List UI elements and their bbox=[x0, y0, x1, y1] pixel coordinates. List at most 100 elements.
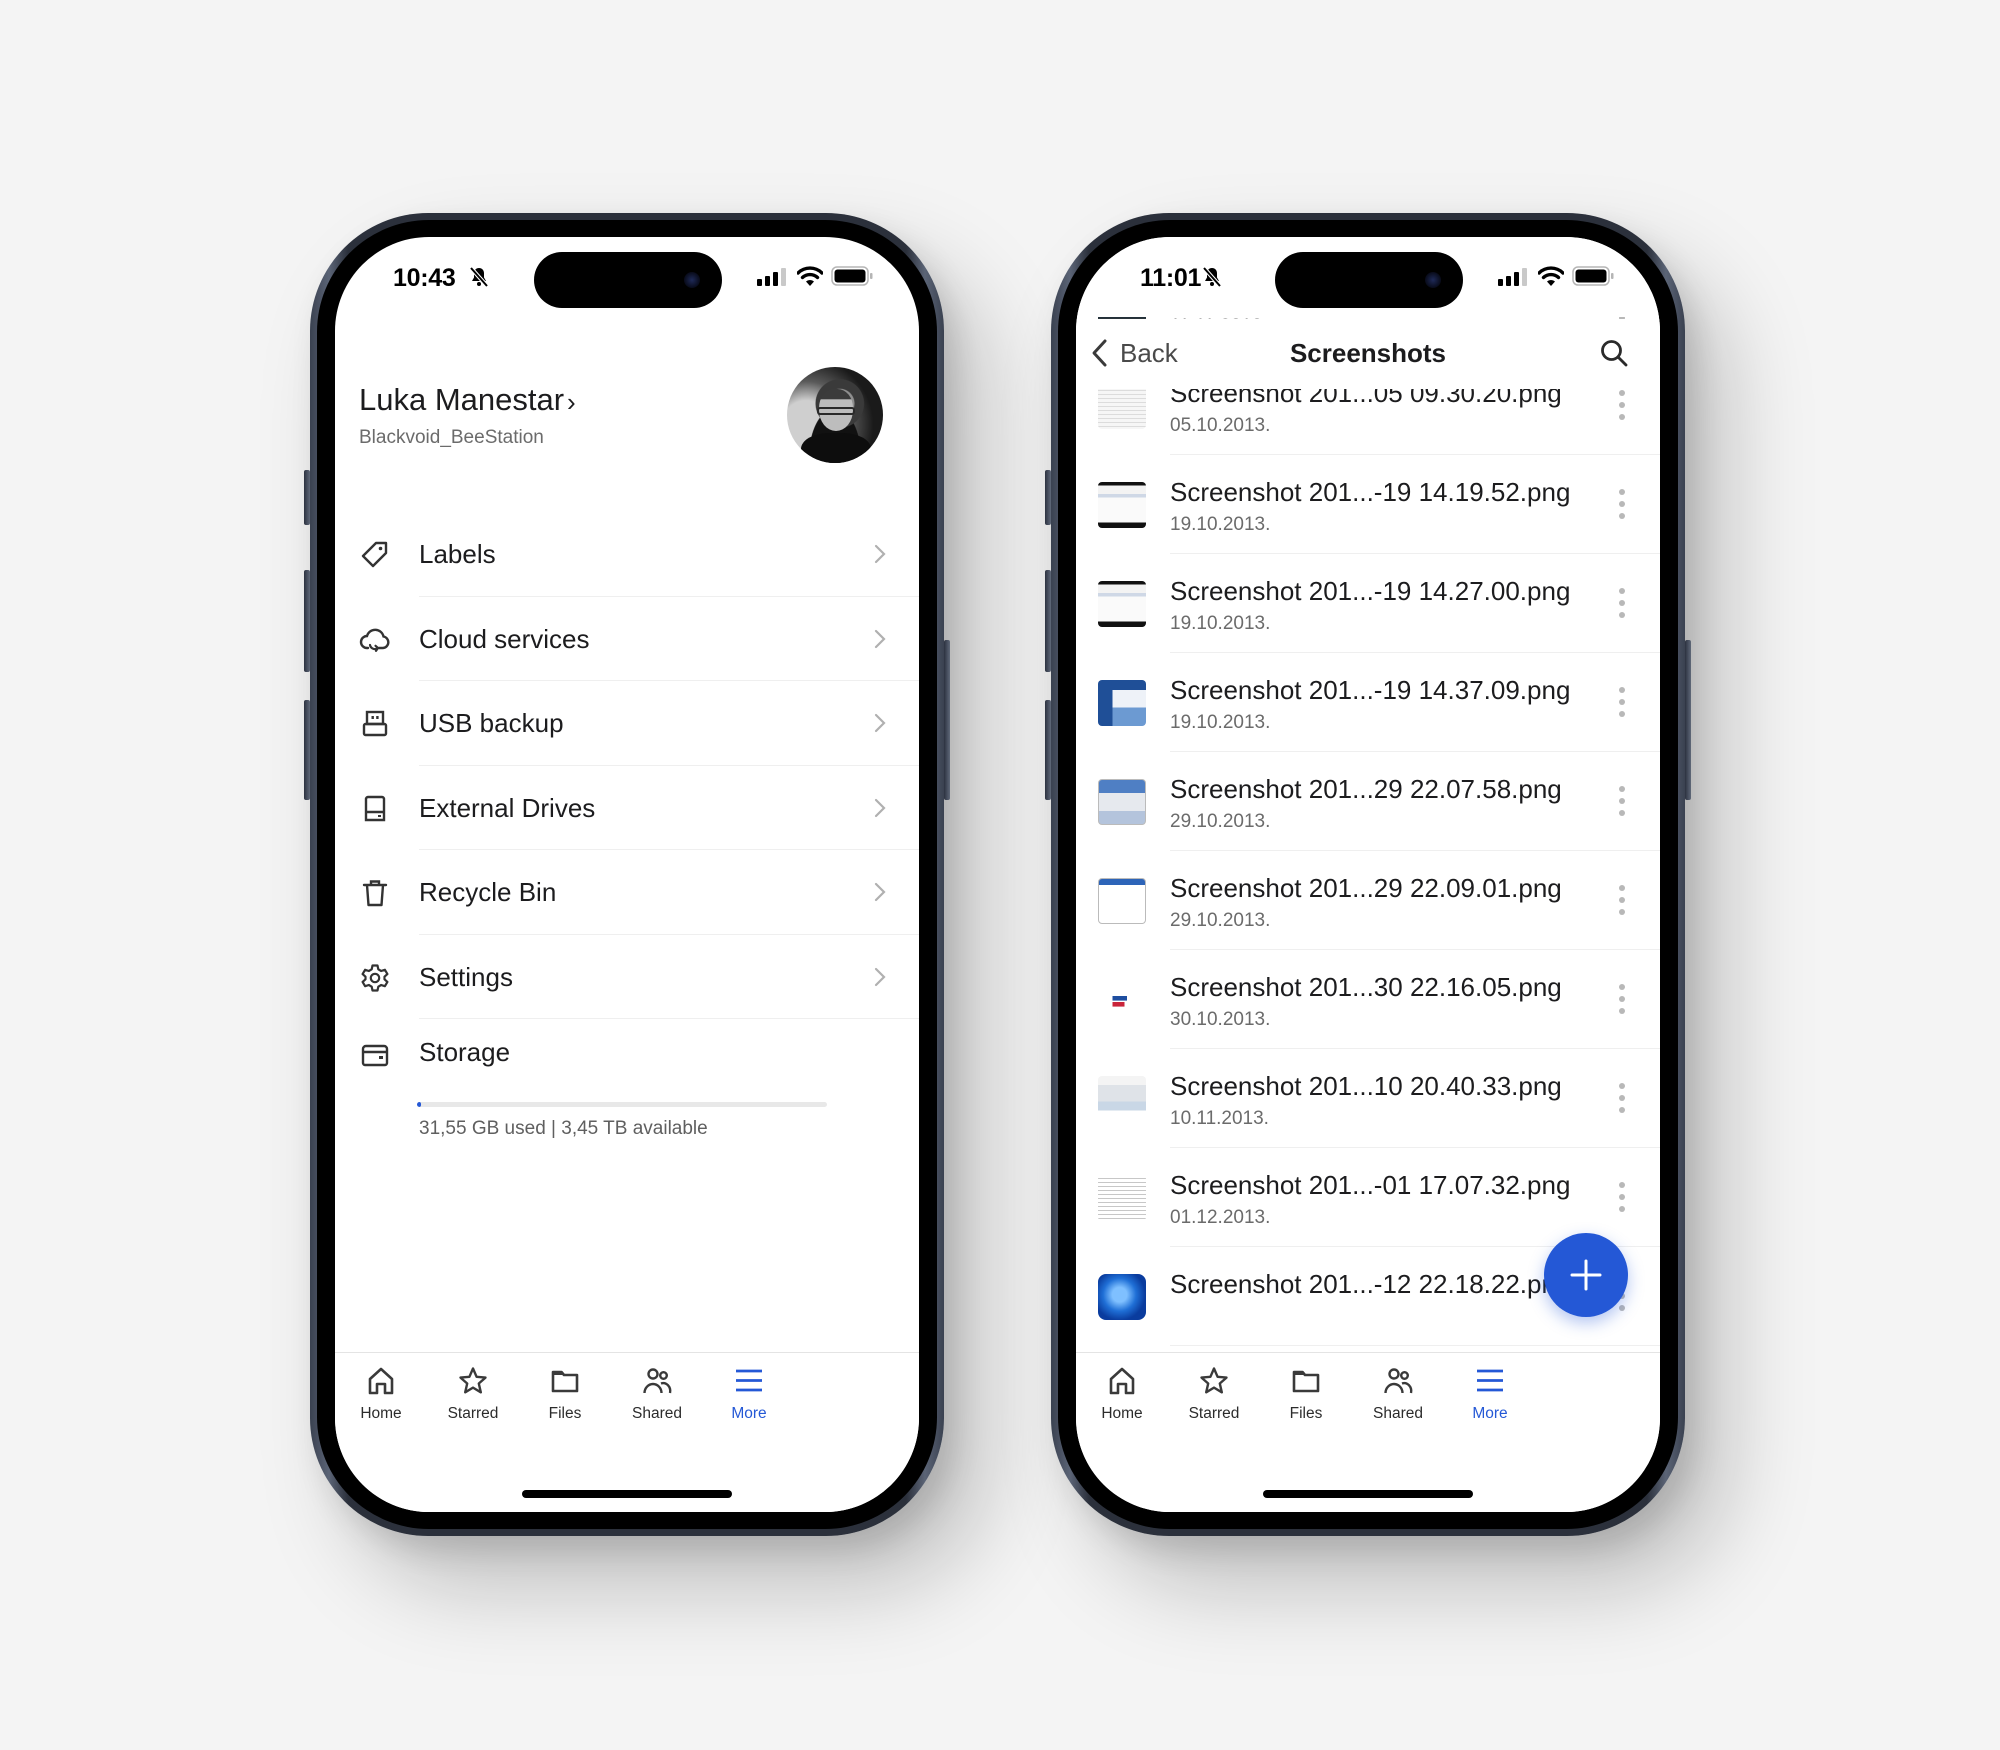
file-row[interactable]: Screenshot 201...29 22.07.58.png 29.10.2… bbox=[1076, 752, 1660, 851]
file-row[interactable]: Screenshot 201...10 20.40.33.png 10.11.2… bbox=[1076, 1049, 1660, 1148]
chevron-right-icon: › bbox=[567, 387, 576, 417]
file-row[interactable]: Screenshot 201...-19 14.37.09.png 19.10.… bbox=[1076, 653, 1660, 752]
device-name: Blackvoid_BeeStation bbox=[359, 427, 544, 448]
tab-files[interactable]: Files bbox=[1256, 1365, 1356, 1437]
divider bbox=[1170, 1345, 1660, 1346]
storage-section: Storage 31,55 GB used | 3,45 TB availabl… bbox=[335, 1019, 919, 1139]
menu-item-labels[interactable]: Labels bbox=[335, 512, 919, 597]
menu-item-label: Recycle Bin bbox=[419, 877, 557, 907]
more-options-icon[interactable] bbox=[1617, 1083, 1627, 1117]
profile-name[interactable]: Luka Manestar bbox=[359, 382, 564, 418]
tab-more[interactable]: More bbox=[699, 1365, 799, 1437]
file-thumbnail bbox=[1098, 977, 1146, 1023]
dynamic-island bbox=[534, 252, 722, 308]
tab-starred[interactable]: Starred bbox=[1164, 1365, 1264, 1437]
menu-item-external-drives[interactable]: External Drives bbox=[335, 766, 919, 850]
usb-icon bbox=[362, 710, 388, 737]
power-button bbox=[1685, 640, 1691, 800]
more-menu: Labels Cloud services USB backup Externa… bbox=[335, 512, 919, 1019]
home-icon bbox=[1109, 1367, 1135, 1395]
tab-label: Files bbox=[548, 1405, 582, 1422]
cellular-signal-icon bbox=[1498, 268, 1527, 286]
tab-home[interactable]: Home bbox=[335, 1365, 431, 1437]
more-options-icon[interactable] bbox=[1617, 885, 1627, 919]
more-options-icon[interactable] bbox=[1617, 687, 1627, 721]
more-options-icon[interactable] bbox=[1617, 984, 1627, 1018]
tab-files[interactable]: Files bbox=[515, 1365, 615, 1437]
tab-bar: Home Starred Files Shared More bbox=[335, 1352, 919, 1512]
nav-bar: Back Screenshots bbox=[1076, 319, 1660, 389]
profile-header[interactable]: Luka Manestar › Blackvoid_BeeStation bbox=[335, 337, 919, 477]
file-name: Screenshot 201...-19 14.27.00.png bbox=[1170, 576, 1571, 606]
file-row[interactable]: Screenshot 201...30 22.16.05.png 30.10.2… bbox=[1076, 950, 1660, 1049]
more-options-icon[interactable] bbox=[1617, 588, 1627, 622]
action-button bbox=[304, 470, 310, 525]
menu-item-settings[interactable]: Settings bbox=[335, 935, 919, 1019]
tab-label: Starred bbox=[447, 1405, 499, 1422]
volume-up-button bbox=[304, 570, 310, 672]
folder-icon bbox=[551, 1370, 579, 1393]
more-options-icon[interactable] bbox=[1617, 1182, 1627, 1216]
battery-icon bbox=[831, 266, 873, 286]
file-name: Screenshot 201...-01 17.07.32.png bbox=[1170, 1170, 1571, 1200]
star-icon bbox=[1200, 1367, 1228, 1394]
tab-label: Home bbox=[1101, 1405, 1143, 1422]
file-date: 19.10.2013. bbox=[1170, 712, 1271, 733]
tab-label: Starred bbox=[1188, 1405, 1240, 1422]
tab-shared[interactable]: Shared bbox=[607, 1365, 707, 1437]
star-icon bbox=[459, 1367, 487, 1394]
cellular-signal-icon bbox=[757, 268, 786, 286]
tab-label: More bbox=[731, 1405, 767, 1422]
battery-icon bbox=[1572, 266, 1614, 286]
file-name: Screenshot 201...-19 14.37.09.png bbox=[1170, 675, 1571, 705]
phone-left: 10:43 Luka Manestar › Blackvoid_BeeStati… bbox=[304, 213, 950, 1536]
menu-item-usb-backup[interactable]: USB backup bbox=[335, 681, 919, 766]
file-name: Screenshot 201...29 22.07.58.png bbox=[1170, 774, 1562, 804]
page-title: Screenshots bbox=[1289, 338, 1447, 368]
menu-item-recycle-bin[interactable]: Recycle Bin bbox=[335, 850, 919, 935]
file-row[interactable]: Screenshot 201...29 22.09.01.png 29.10.2… bbox=[1076, 851, 1660, 950]
volume-down-button bbox=[304, 700, 310, 800]
file-row[interactable]: Screenshot 201...-01 17.07.32.png 01.12.… bbox=[1076, 1148, 1660, 1247]
avatar[interactable] bbox=[787, 367, 883, 463]
file-row[interactable]: Screenshot 201...-19 14.27.00.png 19.10.… bbox=[1076, 554, 1660, 653]
chevron-right-icon bbox=[874, 967, 886, 986]
file-row[interactable]: Screenshot 201...-19 14.19.52.png 19.10.… bbox=[1076, 455, 1660, 554]
tab-shared[interactable]: Shared bbox=[1348, 1365, 1448, 1437]
tab-more[interactable]: More bbox=[1440, 1365, 1540, 1437]
status-time: 11:01 bbox=[1140, 264, 1202, 292]
tab-label: Files bbox=[1289, 1405, 1323, 1422]
home-indicator bbox=[1263, 1490, 1473, 1498]
menu-item-label: Settings bbox=[419, 961, 513, 992]
status-bar: 11:01 bbox=[1076, 237, 1660, 317]
folder-icon bbox=[1292, 1370, 1320, 1393]
gear-icon bbox=[361, 963, 389, 992]
file-date: 10.11.2013. bbox=[1170, 1108, 1269, 1129]
file-thumbnail bbox=[1098, 1274, 1146, 1320]
menu-item-label: USB backup bbox=[419, 708, 564, 738]
tab-starred[interactable]: Starred bbox=[423, 1365, 523, 1437]
file-name: Screenshot 201...30 22.16.05.png bbox=[1170, 972, 1562, 1002]
tab-label: Home bbox=[360, 1405, 402, 1422]
volume-up-button bbox=[1045, 570, 1051, 672]
wifi-icon bbox=[797, 266, 823, 286]
add-fab-button[interactable] bbox=[1544, 1233, 1628, 1317]
plus-icon bbox=[1570, 1259, 1602, 1291]
menu-icon bbox=[736, 1369, 762, 1392]
bell-slash-icon bbox=[469, 266, 489, 288]
menu-item-cloud-services[interactable]: Cloud services bbox=[335, 597, 919, 681]
more-options-icon[interactable] bbox=[1617, 390, 1627, 424]
more-options-icon[interactable] bbox=[1617, 489, 1627, 523]
chevron-right-icon bbox=[874, 544, 886, 564]
menu-item-label: External Drives bbox=[419, 792, 596, 823]
storage-summary: 31,55 GB used | 3,45 TB available bbox=[419, 1118, 708, 1139]
screen-screenshots: 11:01 Back Screenshots Screenshot 201...… bbox=[1076, 237, 1660, 1512]
file-name: Screenshot 201...29 22.09.01.png bbox=[1170, 873, 1562, 903]
more-options-icon[interactable] bbox=[1617, 786, 1627, 820]
tab-label: Shared bbox=[632, 1405, 682, 1422]
bell-slash-icon bbox=[1202, 266, 1222, 288]
tab-home[interactable]: Home bbox=[1076, 1365, 1172, 1437]
screen-more: 10:43 Luka Manestar › Blackvoid_BeeStati… bbox=[335, 237, 919, 1512]
search-icon[interactable] bbox=[1598, 337, 1630, 369]
file-date: 01.12.2013. bbox=[1170, 1207, 1271, 1228]
